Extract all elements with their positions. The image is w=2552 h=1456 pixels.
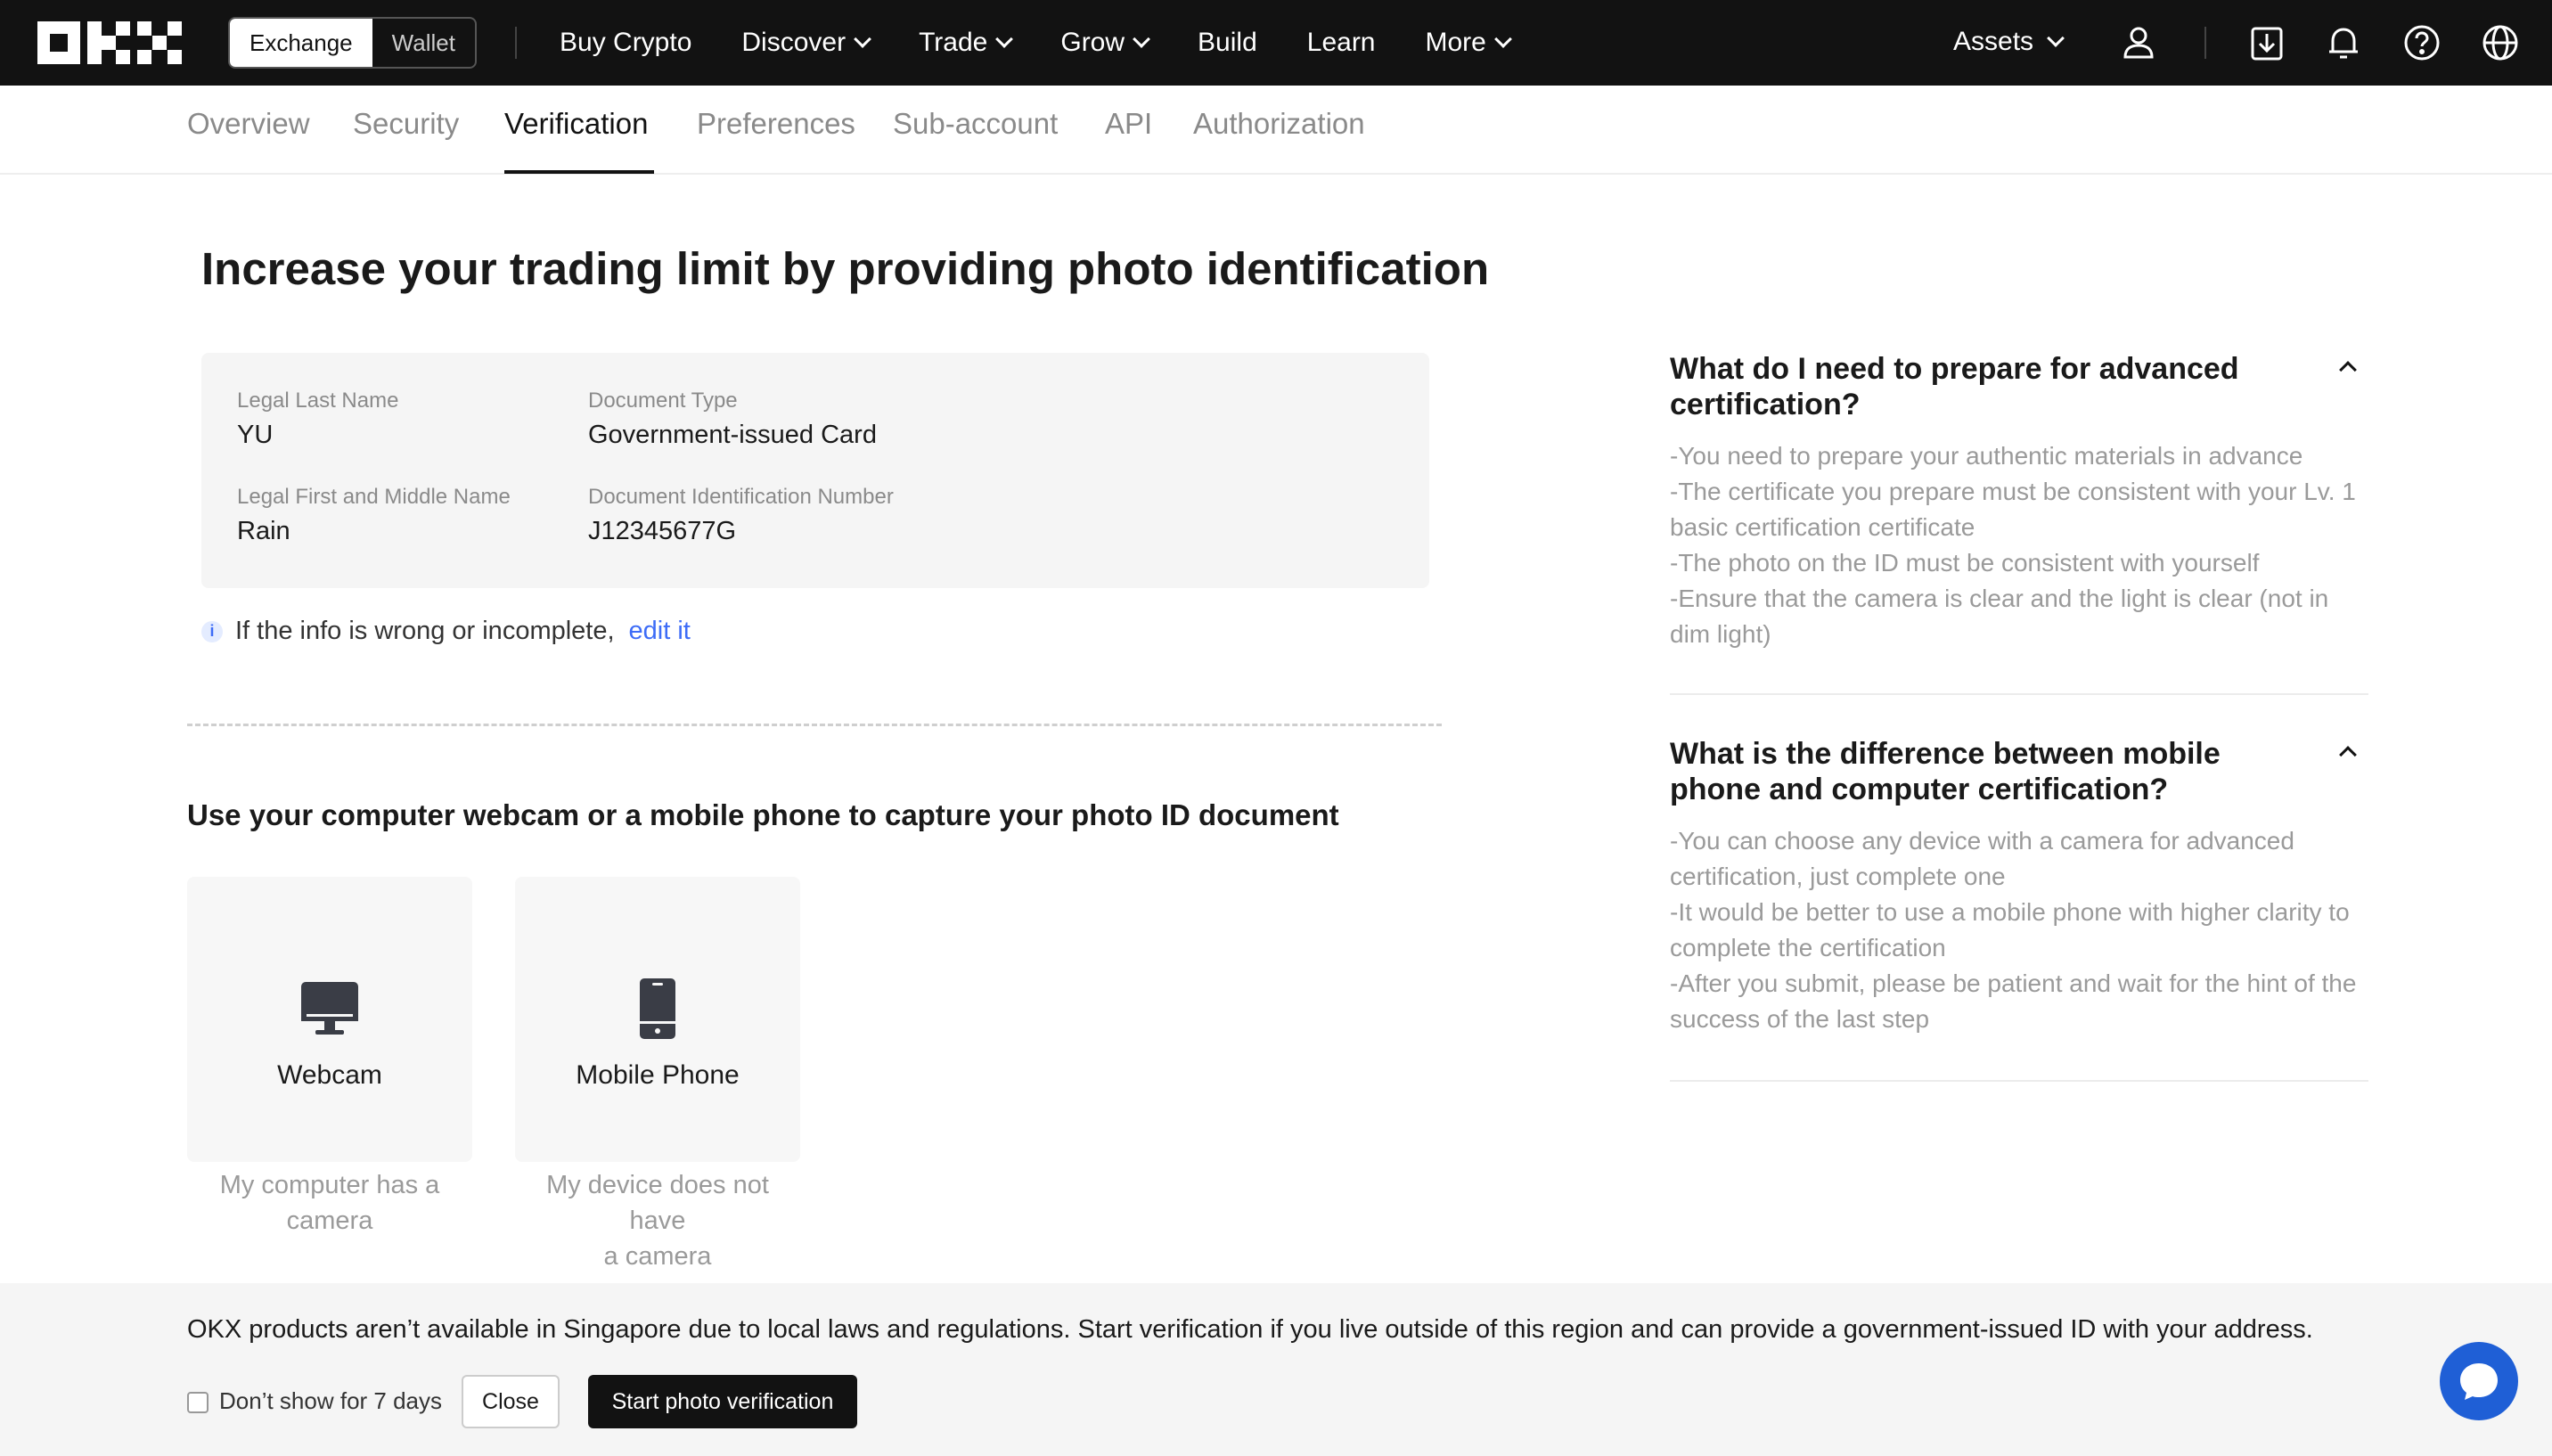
monitor-icon bbox=[301, 982, 358, 1035]
capture-heading: Use your computer webcam or a mobile pho… bbox=[187, 798, 1339, 831]
phone-icon bbox=[640, 978, 675, 1039]
info-note: i If the info is wrong or incomplete, ed… bbox=[201, 617, 691, 646]
mobile-phone-option[interactable]: Mobile Phone bbox=[515, 877, 800, 1162]
main-nav: Buy Crypto Discover Trade Grow Build Lea… bbox=[560, 0, 1559, 86]
faq-divider bbox=[1670, 1080, 2368, 1082]
faq-item-difference: What is the difference between mobile ph… bbox=[1670, 736, 2368, 1037]
globe-icon[interactable] bbox=[2479, 21, 2522, 64]
close-button[interactable]: Close bbox=[462, 1375, 560, 1428]
mobile-phone-label: Mobile Phone bbox=[576, 1060, 740, 1090]
mobile-phone-description: My device does not have a camera bbox=[515, 1167, 800, 1274]
region-notice-banner: OKX products aren’t available in Singapo… bbox=[0, 1283, 2552, 1456]
tab-sub-account[interactable]: Sub-account bbox=[893, 107, 1058, 141]
tab-authorization[interactable]: Authorization bbox=[1193, 107, 1365, 141]
doc-type-value: Government-issued Card bbox=[588, 421, 877, 449]
section-divider bbox=[187, 724, 1442, 726]
exchange-toggle[interactable]: Exchange bbox=[230, 19, 372, 67]
chevron-up-icon[interactable] bbox=[2339, 746, 2357, 764]
desc-line: My device does not have bbox=[546, 1171, 769, 1235]
wallet-toggle[interactable]: Wallet bbox=[372, 19, 475, 67]
chevron-down-icon bbox=[1493, 30, 1512, 48]
nav-divider bbox=[515, 27, 517, 59]
faq-answer-line: -You can choose any device with a camera… bbox=[1670, 827, 2294, 890]
tab-overview[interactable]: Overview bbox=[187, 107, 310, 141]
faq-answer: -You need to prepare your authentic mate… bbox=[1670, 438, 2368, 652]
nav-label: Trade bbox=[919, 28, 988, 57]
top-navbar: Exchange Wallet Buy Crypto Discover Trad… bbox=[0, 0, 2552, 86]
webcam-description: My computer has a camera bbox=[187, 1167, 472, 1239]
bell-icon[interactable] bbox=[2322, 21, 2365, 64]
tab-security[interactable]: Security bbox=[353, 107, 459, 141]
okx-logo[interactable] bbox=[37, 21, 182, 64]
faq-answer-line: -The certificate you prepare must be con… bbox=[1670, 478, 2356, 541]
faq-answer-line: -Ensure that the camera is clear and the… bbox=[1670, 585, 2329, 648]
nav-discover[interactable]: Discover bbox=[741, 28, 871, 58]
faq-answer-line: -It would be better to use a mobile phon… bbox=[1670, 898, 2350, 961]
webcam-option[interactable]: Webcam bbox=[187, 877, 472, 1162]
chat-support-button[interactable] bbox=[2440, 1342, 2518, 1420]
nav-label: More bbox=[1425, 28, 1486, 57]
edit-info-link[interactable]: edit it bbox=[629, 617, 691, 646]
nav-more[interactable]: More bbox=[1425, 28, 1512, 58]
identity-info-card: Legal Last Name YU Legal First and Middl… bbox=[201, 353, 1429, 588]
faq-answer: -You can choose any device with a camera… bbox=[1670, 823, 2368, 1037]
region-notice-text: OKX products aren’t available in Singapo… bbox=[187, 1315, 2313, 1344]
user-icon[interactable] bbox=[2117, 21, 2160, 64]
note-text: If the info is wrong or incomplete, bbox=[235, 617, 615, 645]
faq-answer-line: -You need to prepare your authentic mate… bbox=[1670, 442, 2303, 470]
chevron-down-icon bbox=[854, 30, 871, 48]
nav-divider bbox=[2204, 27, 2206, 59]
first-name-value: Rain bbox=[237, 517, 290, 545]
desc-line: a camera bbox=[603, 1242, 712, 1271]
account-subtabs: Overview Security Verification Preferenc… bbox=[0, 86, 2552, 175]
chevron-down-icon bbox=[1133, 30, 1150, 48]
faq-divider bbox=[1670, 693, 2368, 695]
faq-answer-line: -After you submit, please be patient and… bbox=[1670, 969, 2357, 1033]
faq-question[interactable]: What do I need to prepare for advanced c… bbox=[1670, 351, 2294, 422]
page-title: Increase your trading limit by providing… bbox=[201, 243, 1490, 294]
nav-trade[interactable]: Trade bbox=[919, 28, 1014, 58]
last-name-label: Legal Last Name bbox=[237, 389, 399, 413]
faq-answer-line: -The photo on the ID must be consistent … bbox=[1670, 549, 2260, 577]
nav-label: Learn bbox=[1306, 28, 1376, 57]
start-photo-verification-button[interactable]: Start photo verification bbox=[588, 1375, 857, 1428]
active-tab-indicator bbox=[504, 170, 654, 174]
chevron-up-icon[interactable] bbox=[2339, 361, 2357, 379]
chevron-down-icon bbox=[995, 30, 1014, 48]
faq-question[interactable]: What is the difference between mobile ph… bbox=[1670, 736, 2294, 807]
nav-grow[interactable]: Grow bbox=[1060, 28, 1150, 58]
chevron-down-icon bbox=[2047, 29, 2065, 47]
nav-label: Buy Crypto bbox=[560, 28, 692, 57]
dont-show-checkbox[interactable] bbox=[187, 1392, 209, 1413]
nav-learn[interactable]: Learn bbox=[1307, 28, 1376, 58]
assets-label: Assets bbox=[1953, 27, 2034, 56]
dont-show-label[interactable]: Don’t show for 7 days bbox=[219, 1387, 442, 1415]
doc-type-label: Document Type bbox=[588, 389, 738, 413]
tab-preferences[interactable]: Preferences bbox=[697, 107, 855, 141]
tab-verification[interactable]: Verification bbox=[504, 107, 648, 141]
desc-line: camera bbox=[286, 1207, 373, 1235]
assets-menu[interactable]: Assets bbox=[1953, 27, 2065, 57]
info-icon: i bbox=[201, 620, 223, 642]
webcam-label: Webcam bbox=[277, 1060, 382, 1090]
download-icon[interactable] bbox=[2245, 21, 2288, 64]
tab-api[interactable]: API bbox=[1105, 107, 1152, 141]
exchange-wallet-switch: Exchange Wallet bbox=[228, 17, 477, 69]
desc-line: My computer has a bbox=[219, 1171, 440, 1199]
doc-number-label: Document Identification Number bbox=[588, 485, 894, 509]
help-icon[interactable] bbox=[2401, 21, 2443, 64]
nav-label: Build bbox=[1198, 28, 1257, 57]
nav-label: Discover bbox=[741, 28, 847, 57]
last-name-value: YU bbox=[237, 421, 274, 449]
nav-label: Grow bbox=[1060, 28, 1125, 57]
nav-build[interactable]: Build bbox=[1198, 28, 1257, 58]
nav-buy-crypto[interactable]: Buy Crypto bbox=[560, 28, 691, 58]
chat-bubble-icon bbox=[2460, 1363, 2498, 1400]
doc-number-value: J12345677G bbox=[588, 517, 737, 545]
first-name-label: Legal First and Middle Name bbox=[237, 485, 511, 509]
faq-item-prepare: What do I need to prepare for advanced c… bbox=[1670, 351, 2368, 652]
